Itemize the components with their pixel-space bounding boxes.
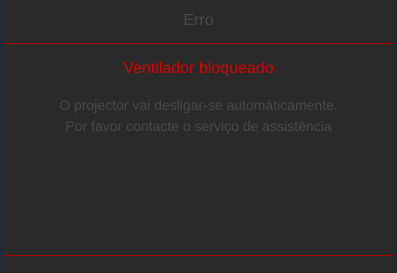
error-dialog: Erro Ventilador bloqueado O projector va… [0, 0, 397, 273]
footer-divider [4, 255, 393, 256]
dialog-title: Erro [183, 12, 214, 29]
error-message-line-2: Por favor contacte o serviço de assistên… [65, 118, 332, 134]
error-message: O projector vai desligar-se automáticame… [4, 95, 393, 137]
title-divider [4, 43, 393, 44]
error-message-line-1: O projector vai desligar-se automáticame… [59, 97, 338, 113]
error-headline: Ventilador bloqueado [123, 60, 274, 77]
